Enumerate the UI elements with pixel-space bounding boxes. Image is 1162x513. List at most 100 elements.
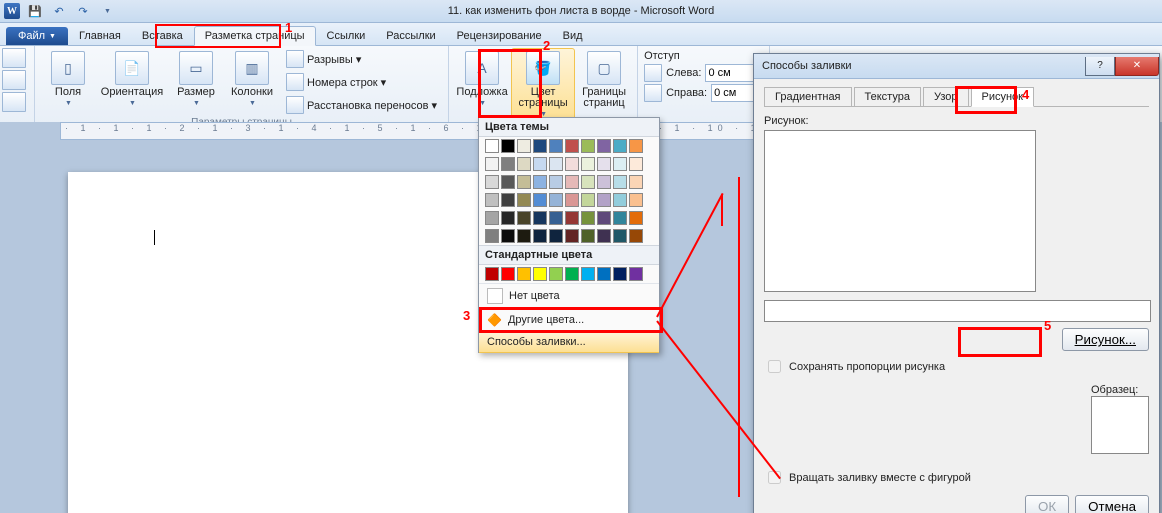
color-swatch[interactable] [629, 267, 643, 281]
color-swatch[interactable] [597, 175, 611, 189]
select-picture-button[interactable]: Рисунок... [1062, 328, 1149, 351]
dialog-tab-picture[interactable]: Рисунок [971, 87, 1035, 107]
page-borders-button[interactable]: ▢Границы страниц [577, 48, 631, 121]
color-swatch[interactable] [533, 267, 547, 281]
dialog-close-button[interactable]: ✕ [1115, 57, 1159, 76]
color-swatch[interactable] [613, 229, 627, 243]
color-swatch[interactable] [533, 175, 547, 189]
qat-save-button[interactable]: 💾 [24, 2, 46, 20]
color-swatch[interactable] [613, 139, 627, 153]
color-swatch[interactable] [629, 193, 643, 207]
color-swatch[interactable] [597, 267, 611, 281]
color-swatch[interactable] [485, 229, 499, 243]
ok-button[interactable]: ОК [1025, 495, 1069, 513]
color-swatch[interactable] [549, 157, 563, 171]
rotate-fill-checkbox[interactable]: Вращать заливку вместе с фигурой [764, 468, 1149, 487]
color-swatch[interactable] [597, 229, 611, 243]
qat-customize-button[interactable]: ▼ [96, 2, 118, 20]
color-swatch[interactable] [501, 175, 515, 189]
theme-effects-icon[interactable] [2, 92, 26, 112]
lock-aspect-checkbox[interactable]: Сохранять пропорции рисунка [764, 357, 1149, 376]
dialog-tab-texture[interactable]: Текстура [854, 87, 921, 106]
theme-fonts-icon[interactable] [2, 70, 26, 90]
color-swatch[interactable] [501, 139, 515, 153]
color-swatch[interactable] [581, 175, 595, 189]
color-swatch[interactable] [613, 211, 627, 225]
qat-undo-button[interactable]: ↶ [48, 2, 70, 20]
color-swatch[interactable] [597, 139, 611, 153]
color-swatch[interactable] [565, 267, 579, 281]
color-swatch[interactable] [613, 193, 627, 207]
color-swatch[interactable] [549, 139, 563, 153]
color-swatch[interactable] [549, 229, 563, 243]
page-color-button[interactable]: 🪣Цвет страницы▼ [511, 48, 575, 121]
color-swatch[interactable] [613, 267, 627, 281]
color-swatch[interactable] [581, 139, 595, 153]
color-swatch[interactable] [485, 193, 499, 207]
color-swatch[interactable] [597, 211, 611, 225]
color-swatch[interactable] [517, 229, 531, 243]
color-swatch[interactable] [581, 267, 595, 281]
tab-references[interactable]: Ссылки [317, 27, 376, 45]
line-numbers-button[interactable]: Номера строк ▾ [281, 71, 442, 93]
color-swatch[interactable] [629, 139, 643, 153]
indent-left-input[interactable] [705, 64, 757, 82]
dialog-help-button[interactable]: ? [1085, 57, 1115, 76]
color-swatch[interactable] [501, 157, 515, 171]
color-swatch[interactable] [549, 193, 563, 207]
color-swatch[interactable] [597, 157, 611, 171]
color-swatch[interactable] [533, 157, 547, 171]
cancel-button[interactable]: Отмена [1075, 495, 1149, 513]
size-button[interactable]: ▭Размер▼ [169, 48, 223, 116]
color-swatch[interactable] [565, 175, 579, 189]
color-swatch[interactable] [597, 193, 611, 207]
tab-view[interactable]: Вид [553, 27, 593, 45]
margins-button[interactable]: ▯Поля▼ [41, 48, 95, 116]
color-swatch[interactable] [629, 211, 643, 225]
watermark-button[interactable]: AПодложка▼ [455, 48, 509, 121]
tab-home[interactable]: Главная [69, 27, 131, 45]
color-swatch[interactable] [517, 157, 531, 171]
more-colors-item[interactable]: 🔶Другие цвета... [479, 308, 659, 331]
color-swatch[interactable] [485, 175, 499, 189]
color-swatch[interactable] [549, 175, 563, 189]
color-swatch[interactable] [517, 267, 531, 281]
breaks-button[interactable]: Разрывы ▾ [281, 48, 442, 70]
dialog-tab-pattern[interactable]: Узор [923, 87, 969, 106]
color-swatch[interactable] [565, 157, 579, 171]
color-swatch[interactable] [581, 211, 595, 225]
qat-redo-button[interactable]: ↷ [72, 2, 94, 20]
color-swatch[interactable] [517, 175, 531, 189]
color-swatch[interactable] [533, 193, 547, 207]
color-swatch[interactable] [629, 157, 643, 171]
color-swatch[interactable] [533, 211, 547, 225]
color-swatch[interactable] [517, 193, 531, 207]
dialog-tab-gradient[interactable]: Градиентная [764, 87, 852, 106]
color-swatch[interactable] [485, 211, 499, 225]
color-swatch[interactable] [581, 193, 595, 207]
color-swatch[interactable] [501, 229, 515, 243]
tab-insert[interactable]: Вставка [132, 27, 193, 45]
color-swatch[interactable] [485, 157, 499, 171]
color-swatch[interactable] [485, 267, 499, 281]
color-swatch[interactable] [565, 211, 579, 225]
fill-effects-item[interactable]: Способы заливки... [479, 331, 659, 353]
orientation-button[interactable]: 📄Ориентация▼ [97, 48, 167, 116]
hyphenation-button[interactable]: Расстановка переносов ▾ [281, 94, 442, 116]
columns-button[interactable]: ▥Колонки▼ [225, 48, 279, 116]
no-color-item[interactable]: Нет цвета [479, 283, 659, 308]
color-swatch[interactable] [501, 211, 515, 225]
color-swatch[interactable] [549, 267, 563, 281]
color-swatch[interactable] [485, 139, 499, 153]
color-swatch[interactable] [565, 139, 579, 153]
color-swatch[interactable] [581, 229, 595, 243]
color-swatch[interactable] [565, 193, 579, 207]
color-swatch[interactable] [565, 229, 579, 243]
color-swatch[interactable] [613, 157, 627, 171]
tab-page-layout[interactable]: Разметка страницы [194, 26, 316, 46]
color-swatch[interactable] [581, 157, 595, 171]
color-swatch[interactable] [629, 175, 643, 189]
color-swatch[interactable] [533, 139, 547, 153]
color-swatch[interactable] [629, 229, 643, 243]
tab-mailings[interactable]: Рассылки [376, 27, 445, 45]
